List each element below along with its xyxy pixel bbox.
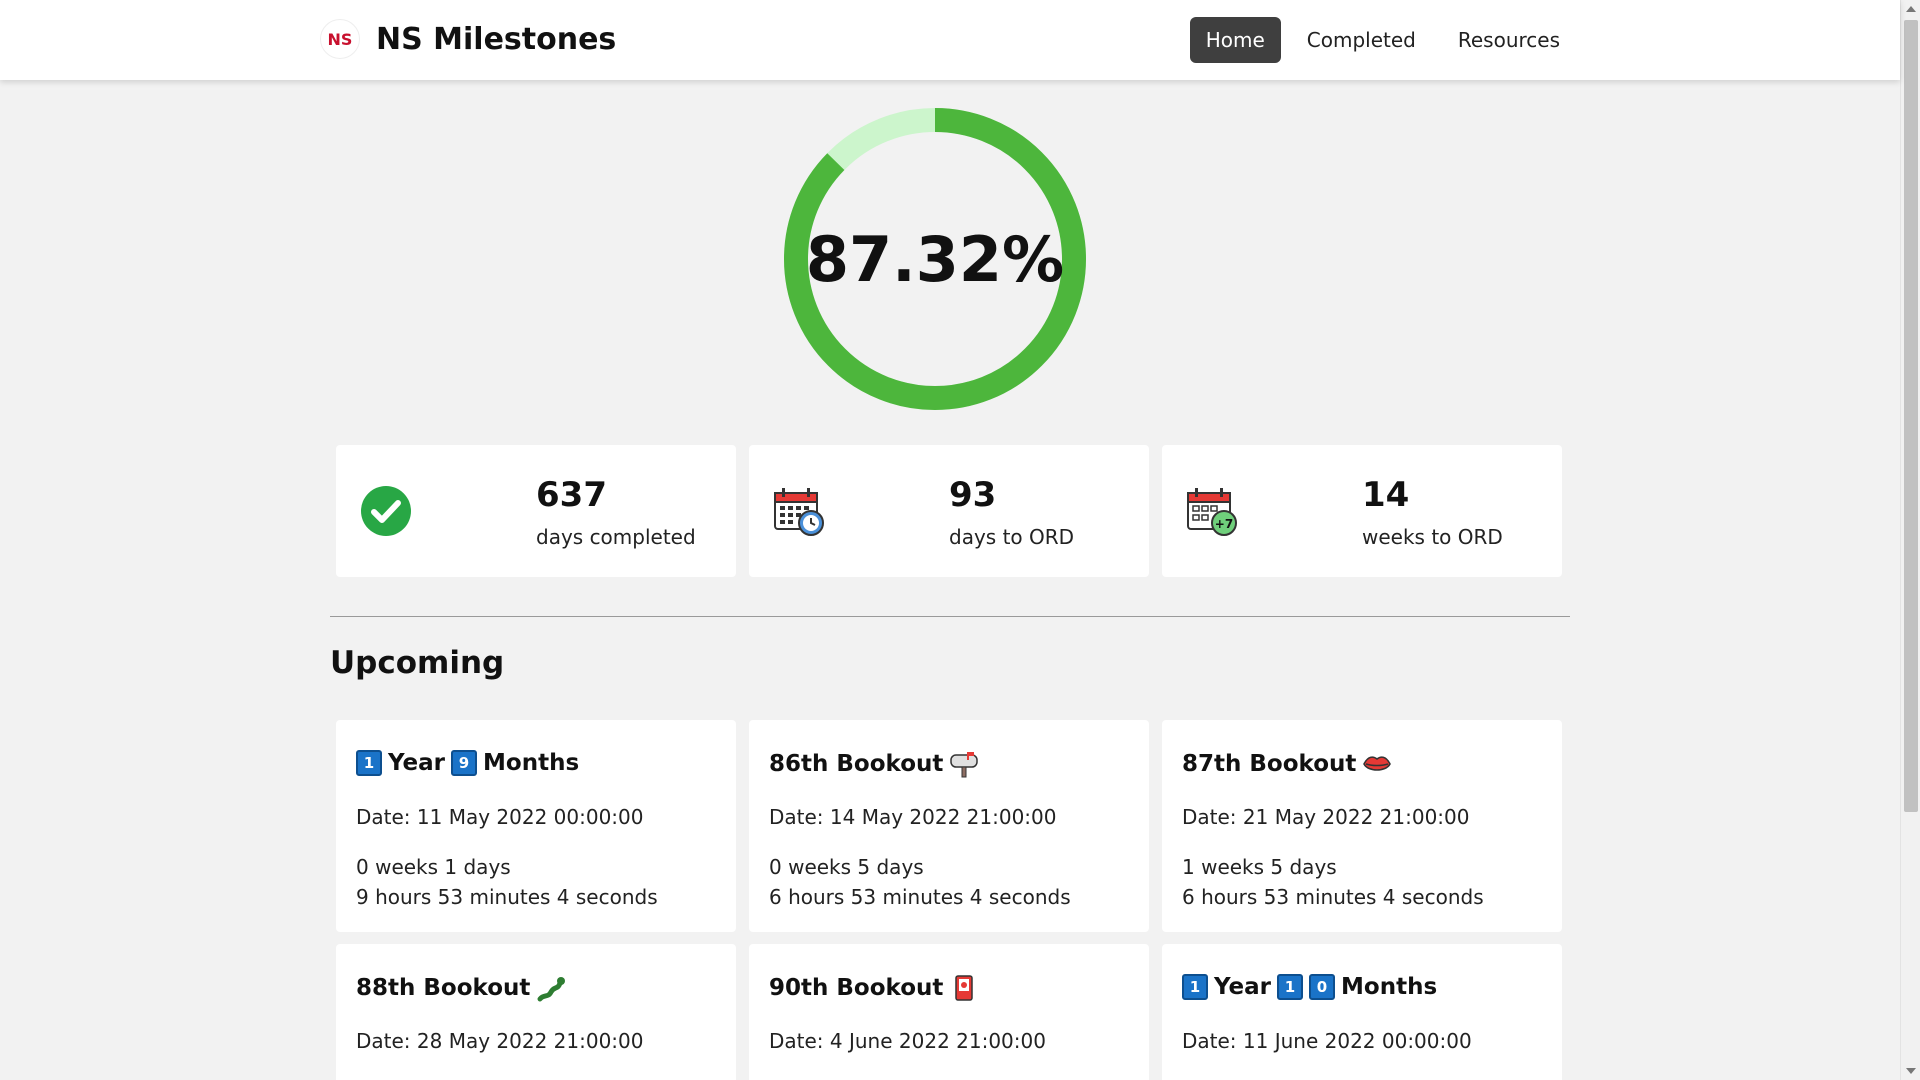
ns-logo-icon: NS: [320, 19, 360, 59]
number-box-icon: 1: [1277, 974, 1304, 1000]
milestone-date: Date: 11 May 2022 00:00:00: [356, 805, 644, 829]
days-to-ord-label: days to ORD: [949, 525, 1075, 549]
number-box-icon: 1: [356, 750, 382, 776]
milestone-remaining-weeks: 0 weeks 1 days: [356, 855, 511, 879]
milestone-title-text: Year: [1214, 974, 1272, 1000]
milestone-date: Date: 28 May 2022 21:00:00: [356, 1029, 644, 1053]
milestone-remaining-time: 9 hours 53 minutes 4 seconds: [356, 885, 658, 909]
brand[interactable]: NS NS Milestones: [320, 19, 616, 59]
main-nav: Home Completed Resources: [1189, 17, 1576, 63]
progress-percent: 87.32%: [805, 222, 1065, 296]
milestone-remaining-time: 6 hours 53 minutes 4 seconds: [769, 885, 1071, 909]
days-to-ord-value: 93: [949, 475, 997, 515]
milestone-card: 90th Bookout Date: 4 June 2022 21:00:00: [749, 944, 1149, 1080]
number-box-icon: 0: [1309, 974, 1336, 1000]
milestone-card: 88th Bookout Date: 28 May 2022 21:00:00: [336, 944, 736, 1080]
milestone-title: 1 Year 9 Months: [356, 750, 579, 776]
number-box-icon: 9: [451, 750, 478, 776]
milestone-card: 87th Bookout Date: 21 May 2022 21:00:00 …: [1162, 720, 1562, 932]
page-scrollbar[interactable]: [1900, 0, 1920, 1080]
nav-home[interactable]: Home: [1189, 17, 1281, 63]
navbar: NS NS Milestones Home Completed Resource…: [0, 0, 1900, 80]
milestone-title-text: 87th Bookout: [1182, 751, 1357, 777]
milestone-title-text: 88th Bookout: [356, 975, 531, 1001]
milestone-remaining-weeks: 0 weeks 5 days: [769, 855, 924, 879]
milestone-date: Date: 11 June 2022 00:00:00: [1182, 1029, 1472, 1053]
stat-card-weeks-to-ord: +7 14 weeks to ORD: [1162, 445, 1562, 577]
stat-card-days-completed: 637 days completed: [336, 445, 736, 577]
milestone-title-text: Year: [388, 750, 446, 776]
nav-completed[interactable]: Completed: [1291, 17, 1432, 63]
stat-card-days-to-ord: 93 days to ORD: [749, 445, 1149, 577]
milestone-date: Date: 14 May 2022 21:00:00: [769, 805, 1057, 829]
milestone-title: 90th Bookout: [769, 974, 979, 1002]
milestone-title-text: Months: [483, 750, 580, 776]
milestone-title: 86th Bookout: [769, 750, 979, 778]
upcoming-heading: Upcoming: [330, 645, 505, 681]
mailbox-icon: [950, 752, 979, 778]
app-title: NS Milestones: [376, 21, 617, 57]
svg-text:+7: +7: [1215, 517, 1233, 531]
calendar-plus7-icon: +7: [1187, 488, 1237, 536]
weeks-to-ord-label: weeks to ORD: [1362, 525, 1503, 549]
milestone-title-text: Months: [1341, 974, 1438, 1000]
milestone-title: 1 Year 1 0 Months: [1182, 974, 1437, 1000]
snake-icon: [537, 977, 566, 1002]
weeks-to-ord-value: 14: [1362, 475, 1410, 515]
milestone-title-text: 90th Bookout: [769, 975, 944, 1001]
milestone-title: 87th Bookout: [1182, 750, 1392, 778]
milestone-card: 1 Year 1 0 Months Date: 11 June 2022 00:…: [1162, 944, 1562, 1080]
milestone-remaining-weeks: 1 weeks 5 days: [1182, 855, 1337, 879]
number-box-icon: 1: [1182, 974, 1208, 1000]
milestone-date: Date: 4 June 2022 21:00:00: [769, 1029, 1046, 1053]
milestone-card: 86th Bookout Date: 14 May 2022 21:00:00 …: [749, 720, 1149, 932]
milestone-card: 1 Year 9 Months Date: 11 May 2022 00:00:…: [336, 720, 736, 932]
milestone-title-text: 86th Bookout: [769, 751, 944, 777]
milestone-title: 88th Bookout: [356, 974, 566, 1002]
days-completed-label: days completed: [536, 525, 696, 549]
nav-resources[interactable]: Resources: [1442, 17, 1576, 63]
calendar-clock-icon: [774, 488, 824, 536]
milestone-remaining-time: 6 hours 53 minutes 4 seconds: [1182, 885, 1484, 909]
scroll-up-arrow-icon[interactable]: [1906, 6, 1916, 12]
scroll-thumb[interactable]: [1904, 20, 1918, 812]
lips-icon: [1363, 756, 1392, 771]
milestone-date: Date: 21 May 2022 21:00:00: [1182, 805, 1470, 829]
scroll-down-arrow-icon[interactable]: [1906, 1068, 1916, 1074]
check-circle-icon: [361, 486, 411, 536]
days-completed-value: 637: [536, 475, 607, 515]
card-icon: [955, 975, 974, 1001]
section-divider: [330, 616, 1570, 617]
